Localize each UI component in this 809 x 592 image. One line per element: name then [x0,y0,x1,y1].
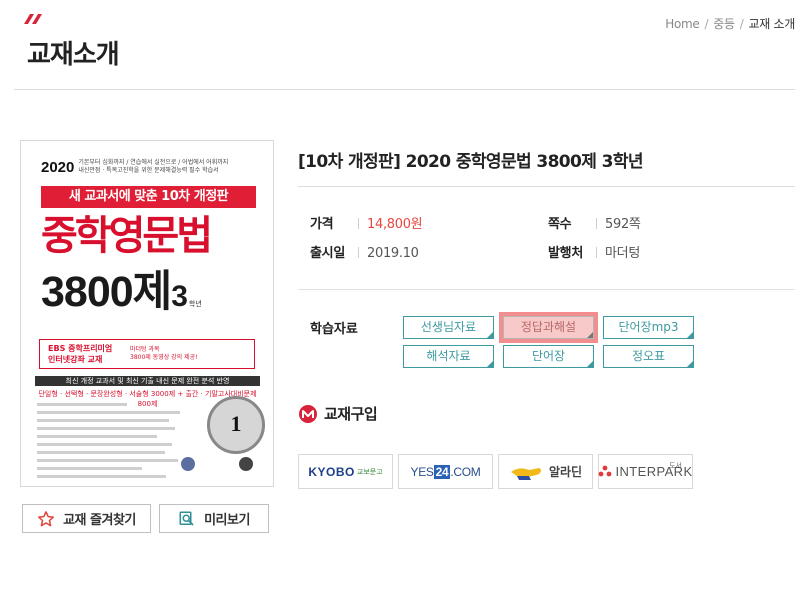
breadcrumb-middle-school[interactable]: 중등 [713,17,735,31]
cover-number-text: 3800제 [41,268,172,316]
pages-value: 592쪽 [605,217,641,232]
cover-tagline-1: 기본부터 심화까지 / 연습에서 실전으로 / 어법에서 어휘까지 [78,159,229,166]
breadcrumb-home[interactable]: Home [665,17,700,31]
interpark-store-link[interactable]: INTERPARK 도서 [598,454,693,489]
aladin-logo-text: 알라딘 [548,465,583,479]
cover-publisher-logo-icon [239,457,253,471]
magnifier-book-icon [178,510,196,528]
title-divider [14,89,795,90]
preview-label: 미리보기 [204,513,250,528]
book-cover[interactable]: 2020 기본부터 심화까지 / 연습에서 실전으로 / 어법에서 어휘까지 내… [20,140,274,487]
cover-ebs-left: EBS 중학프리미엄 인터넷강좌 교재 [40,343,130,365]
aladin-lamp-icon [509,462,545,482]
cover-ebs-right-2: 3800제 동영상 강의 제공! [130,354,198,361]
kyobo-logo-text: KYOBO [308,464,355,479]
pages-field: 쪽수 592쪽 [548,213,641,232]
cover-strip: 최신 개정 교과서 및 최신 기출 내신 문제 완전 분석 반영 [35,376,260,386]
price-value: 14,800원 [367,217,423,232]
buy-title-text: 교재구입 [324,405,378,423]
breadcrumb-separator: / [739,17,744,31]
publisher-label: 발행처 [548,246,583,261]
cover-number: 3800제3 학년 [41,257,202,319]
field-divider [596,218,597,229]
star-icon [37,510,55,528]
vocab-list-button[interactable]: 단어장 [503,345,594,368]
buy-section-title: 교재구입 [298,403,378,424]
translation-button[interactable]: 해석자료 [403,345,494,368]
yes24-logo-a: YES [410,464,434,479]
price-label: 가격 [310,217,334,232]
teacher-materials-button[interactable]: 선생님자료 [403,316,494,339]
date-label: 출시일 [310,246,345,261]
book-title: [10차 개정판] 2020 중학영문법 3800제 3학년 [298,152,644,172]
kyobo-store-link[interactable]: KYOBO 교보문고 [298,454,393,489]
page-title: 교재소개 [27,40,120,70]
cover-main-title: 중학영문법 [41,213,213,259]
yes24-logo-b: 24 [433,464,451,479]
cover-tagline: 기본부터 심화까지 / 연습에서 실전으로 / 어법에서 어휘까지 내신만점 ·… [78,159,228,175]
errata-button[interactable]: 정오표 [603,345,694,368]
aladin-store-link[interactable]: 알라딘 [498,454,593,489]
cover-grade-number: 3 [171,280,188,313]
cover-award-stamp: 1 [207,396,265,454]
date-value: 2019.10 [367,246,419,261]
yes24-logo-text: YES 24 .COM [410,464,481,479]
favorite-button[interactable]: 교재 즐겨찾기 [22,504,151,533]
info-divider [298,186,795,187]
breadcrumb-current: 교재 소개 [748,17,796,31]
cover-ebs-box: EBS 중학프리미엄 인터넷강좌 교재 마더텅 과목 3800제 동영상 강의 … [39,339,255,369]
cover-tagline-2: 내신만점 · 특목고진학을 위한 문제해결능력 필수 학습서 [78,167,219,174]
price-field: 가격 14,800원 [310,213,423,232]
publisher-value: 마더텅 [605,246,640,261]
favorite-label: 교재 즐겨찾기 [63,513,136,528]
cover-seal-icon [181,457,195,471]
brand-slash-icon [24,14,42,24]
brand-m-icon [298,404,318,424]
yes24-logo-c: .COM [450,464,481,479]
interpark-sub-text: 도서 [669,462,682,470]
yes24-store-link[interactable]: YES 24 .COM [398,454,493,489]
cover-grade-text: 학년 [188,300,202,308]
answer-key-button[interactable]: 정답과해설 [503,316,594,339]
kyobo-sub-text: 교보문고 [356,467,383,476]
date-field: 출시일 2019.10 [310,242,419,261]
cover-ebs-right: 마더텅 과목 3800제 동영상 강의 제공! [130,346,254,362]
cover-top: 2020 기본부터 심화까지 / 연습에서 실전으로 / 어법에서 어휘까지 내… [41,159,259,176]
vocab-mp3-button[interactable]: 단어장mp3 [603,316,694,339]
field-divider [358,247,359,258]
study-materials-label: 학습자료 [310,322,358,337]
cover-text-lines [37,403,187,483]
info-divider-2 [298,289,795,290]
publisher-field: 발행처 마더텅 [548,242,640,261]
cover-banner: 새 교과서에 맞춘 10차 개정판 [41,186,256,208]
cover-year: 2020 [41,159,75,176]
breadcrumb: Home / 중등 / 교재 소개 [665,15,795,32]
field-divider [596,247,597,258]
breadcrumb-separator: / [704,17,709,31]
cover-ebs-left-1: EBS 중학프리미엄 [48,344,113,353]
field-divider [358,218,359,229]
interpark-flower-icon [598,465,612,479]
cover-ebs-left-2: 인터넷강좌 교재 [48,355,103,364]
preview-button[interactable]: 미리보기 [159,504,269,533]
cover-ebs-right-1: 마더텅 과목 [130,346,160,353]
pages-label: 쪽수 [548,217,572,232]
